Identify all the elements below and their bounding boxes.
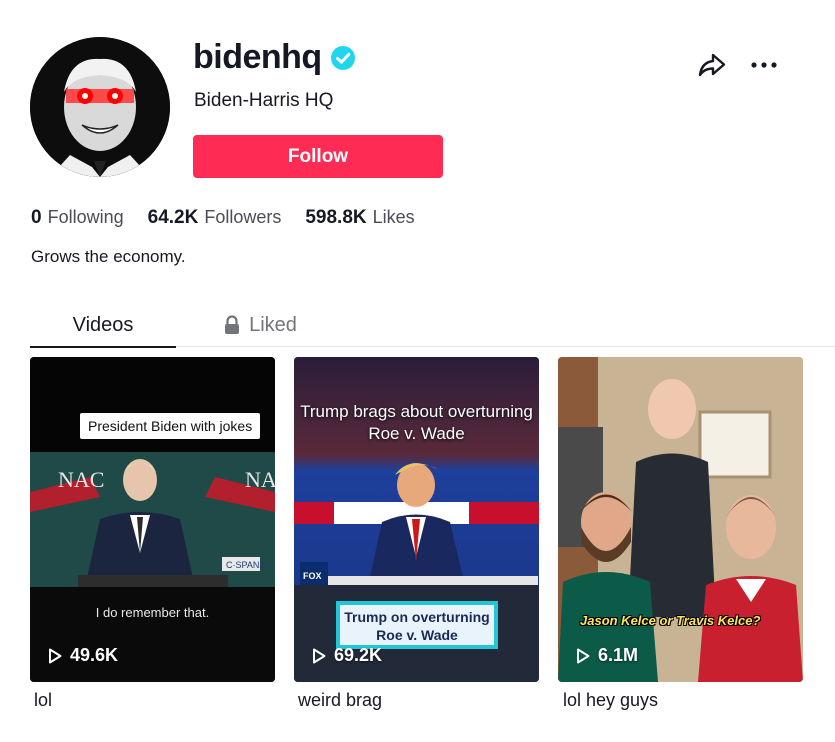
lock-icon	[225, 315, 240, 334]
share-icon	[698, 53, 726, 77]
verified-badge-icon	[330, 45, 355, 70]
play-icon	[313, 648, 326, 663]
avatar-image	[30, 37, 170, 177]
svg-text:NA: NA	[245, 467, 275, 492]
video-overlay-title: President Biden with jokes	[80, 413, 261, 439]
tab-liked-label: Liked	[249, 313, 297, 336]
tab-liked[interactable]: Liked	[210, 303, 310, 347]
video-overlay-title: Trump brags about overturning Roe v. Wad…	[300, 402, 533, 443]
video-thumbnail: NAC NA C·SPAN2	[30, 357, 275, 682]
video-caption[interactable]: lol	[34, 690, 52, 711]
video-overlay-lower-third: Trump on overturning Roe v. Wade	[336, 601, 498, 649]
share-button[interactable]	[696, 50, 728, 80]
followers-label: Followers	[204, 207, 282, 227]
video-overlay-title: Jason Kelce or Travis Kelce?	[580, 613, 761, 628]
view-count-value: 69.2K	[334, 645, 383, 665]
video-caption[interactable]: lol hey guys	[563, 690, 658, 711]
svg-text:NAC: NAC	[58, 467, 104, 492]
view-count-value: 49.6K	[70, 645, 119, 665]
play-icon	[49, 648, 62, 663]
video-caption[interactable]: weird brag	[298, 690, 382, 711]
followers-stat[interactable]: 64.2K Followers	[148, 207, 282, 229]
tab-videos[interactable]: Videos	[30, 303, 176, 348]
svg-text:FOX: FOX	[303, 571, 322, 581]
following-stat[interactable]: 0 Following	[31, 207, 124, 229]
likes-count: 598.8K	[305, 207, 367, 228]
following-count: 0	[31, 207, 42, 228]
view-count: 6.1M	[576, 645, 638, 666]
username: bidenhq	[193, 38, 322, 76]
more-dots-icon	[751, 62, 777, 68]
display-name: Biden-Harris HQ	[194, 90, 334, 111]
video-thumbnail	[558, 357, 803, 682]
tab-videos-label: Videos	[72, 313, 134, 336]
more-options-button[interactable]	[748, 50, 780, 80]
view-count: 49.6K	[48, 645, 118, 666]
video-card[interactable]: FOX Trump brags about overturning Roe v.…	[294, 357, 539, 682]
video-card[interactable]: Jason Kelce or Travis Kelce? 6.1M	[558, 357, 803, 682]
follow-button[interactable]: Follow	[193, 135, 443, 178]
bio: Grows the economy.	[31, 247, 186, 266]
play-icon	[577, 648, 590, 663]
view-count: 69.2K	[312, 645, 382, 666]
likes-stat: 598.8K Likes	[305, 207, 414, 229]
likes-label: Likes	[372, 207, 415, 227]
avatar[interactable]	[30, 37, 170, 177]
username-row: bidenhq	[193, 38, 356, 77]
video-card[interactable]: NAC NA C·SPAN2 President Biden with joke…	[30, 357, 275, 682]
profile-stats: 0 Following 64.2K Followers 598.8K Likes	[31, 207, 415, 229]
view-count-value: 6.1M	[598, 645, 639, 665]
svg-text:C·SPAN2: C·SPAN2	[226, 560, 264, 570]
profile-tabs: Videos Liked	[30, 303, 835, 348]
video-overlay-subtitle: I do remember that.	[95, 605, 210, 620]
followers-count: 64.2K	[147, 207, 199, 228]
following-label: Following	[47, 207, 124, 227]
